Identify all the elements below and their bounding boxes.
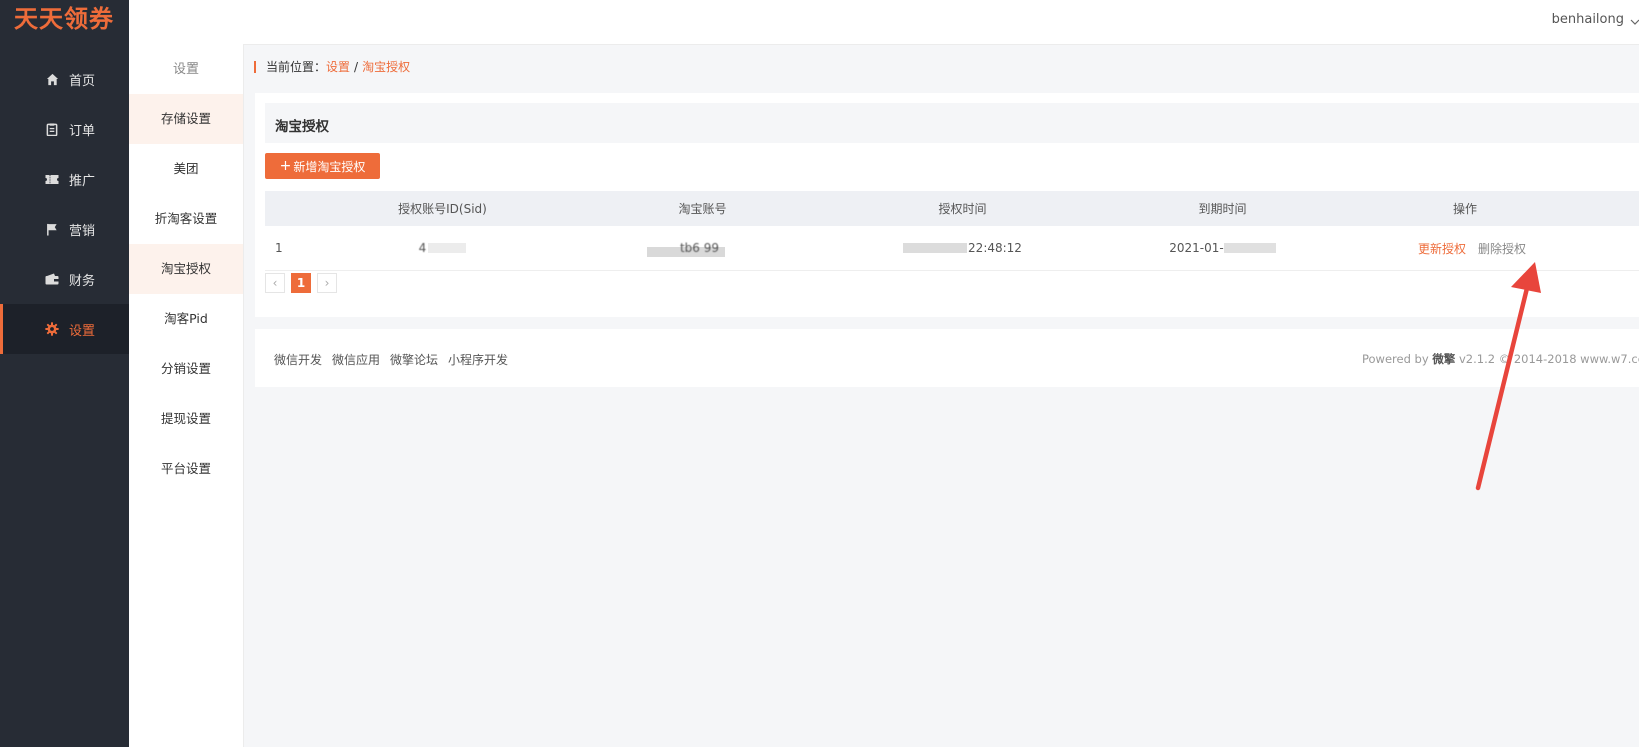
add-taobao-auth-button[interactable]: + 新增淘宝授权 — [265, 153, 380, 179]
settings-submenu: 设置 存储设置 美团 折淘客设置 淘宝授权 淘客Pid 分销设置 提现设置 平台… — [129, 44, 244, 747]
brand-logo[interactable]: 天天领券 — [0, 0, 129, 44]
taobao-auth-panel: 淘宝授权 + 新增淘宝授权 授权账号ID(Sid) 淘宝账号 授权时间 到期时间… — [255, 93, 1639, 317]
update-auth-link[interactable]: 更新授权 — [1418, 240, 1466, 257]
header-actions: 操作 — [1452, 202, 1477, 216]
nav-item-home[interactable]: 首页 — [0, 54, 129, 104]
pagination-page-button[interactable]: 1 — [291, 273, 311, 293]
page-title: 淘宝授权 — [275, 119, 329, 135]
breadcrumb-parent-link[interactable]: 设置 — [326, 58, 350, 75]
submenu-item-platform[interactable]: 平台设置 — [129, 444, 243, 494]
header-account: 淘宝账号 — [678, 202, 727, 216]
powered-suffix: v2.1.2 © 2014-2018 www.w7.cc — [1458, 352, 1639, 366]
breadcrumb-separator: / — [354, 59, 359, 74]
row-actions: 更新授权 删除授权 — [1418, 226, 1578, 270]
user-menu[interactable]: benhailong — [1552, 12, 1639, 27]
table-header: 授权账号ID(Sid) 淘宝账号 授权时间 到期时间 操作 — [265, 191, 1639, 226]
panel-header: 淘宝授权 — [265, 103, 1639, 143]
plus-icon: + — [279, 158, 292, 174]
account-value: tb6 99 — [679, 241, 720, 255]
nav-item-finance[interactable]: 财务 — [0, 254, 129, 304]
header-auth-time: 授权时间 — [938, 202, 987, 216]
row-index: 1 — [275, 241, 283, 255]
delete-auth-link[interactable]: 删除授权 — [1478, 240, 1526, 257]
breadcrumb-marker — [254, 60, 256, 73]
breadcrumb: 当前位置： 设置 / 淘宝授权 — [254, 58, 410, 75]
submenu-item-taoke-pid[interactable]: 淘客Pid — [129, 294, 243, 344]
header-sid: 授权账号ID(Sid) — [398, 202, 487, 216]
top-bar: benhailong — [129, 0, 1639, 45]
submenu-title: 设置 — [172, 62, 199, 77]
redaction-mask — [903, 243, 968, 253]
submenu-item-withdraw[interactable]: 提现设置 — [129, 394, 243, 444]
row-expire-time: 2021-01- — [1140, 226, 1305, 270]
main-sidebar: 天天领券 首页 订单 推广 营销 财务 设置 — [0, 0, 129, 747]
nav-item-orders[interactable]: 订单 — [0, 104, 129, 154]
gear-icon — [45, 322, 59, 336]
clipboard-icon — [45, 122, 59, 136]
submenu-item-meituan[interactable]: 美团 — [129, 144, 243, 194]
wallet-icon — [45, 272, 59, 286]
nav-item-label: 设置 — [69, 323, 96, 339]
powered-prefix: Powered by — [1362, 352, 1429, 366]
footer-link[interactable]: 微信应用 — [332, 351, 380, 368]
pagination: ‹ 1 › — [265, 273, 343, 293]
nav-item-marketing[interactable]: 营销 — [0, 204, 129, 254]
footer-link[interactable]: 微信开发 — [274, 351, 322, 368]
pagination-next-button[interactable]: › — [317, 273, 337, 293]
flag-icon — [45, 222, 59, 236]
submenu-item-taobao-auth[interactable]: 淘宝授权 — [129, 244, 243, 294]
add-button-label: 新增淘宝授权 — [293, 159, 366, 174]
sid-value: 4 — [418, 241, 427, 255]
redaction-mask — [428, 243, 467, 253]
auth-time-value: 22:48:12 — [968, 241, 1022, 255]
redaction-mask — [1223, 243, 1276, 253]
username: benhailong — [1551, 12, 1624, 27]
page-footer: 微信开发 微信应用 微擎论坛 小程序开发 Powered by 微擎 v2.1.… — [255, 329, 1639, 387]
ticket-icon — [45, 172, 59, 186]
header-expire-time: 到期时间 — [1198, 202, 1247, 216]
auth-table: 授权账号ID(Sid) 淘宝账号 授权时间 到期时间 操作 1 4 tb6 99… — [265, 191, 1639, 271]
breadcrumb-prefix: 当前位置： — [266, 60, 327, 74]
pagination-prev-button[interactable]: ‹ — [265, 273, 285, 293]
nav-item-promotion[interactable]: 推广 — [0, 154, 129, 204]
nav-item-label: 推广 — [69, 173, 96, 189]
row-account: tb6 99 — [620, 226, 785, 270]
footer-links: 微信开发 微信应用 微擎论坛 小程序开发 — [274, 351, 518, 368]
nav-item-label: 订单 — [69, 123, 96, 139]
submenu-item-distribution[interactable]: 分销设置 — [129, 344, 243, 394]
submenu-item-storage[interactable]: 存储设置 — [129, 94, 243, 144]
chevron-down-icon — [1630, 15, 1639, 25]
footer-link[interactable]: 微擎论坛 — [390, 351, 438, 368]
nav-item-label: 首页 — [69, 73, 96, 89]
row-sid: 4 — [355, 226, 530, 270]
table-row: 1 4 tb6 99 22:48:12 2021-01- 更新授权 删除授权 — [265, 226, 1639, 271]
home-icon — [45, 72, 59, 86]
submenu-item-zhetaoke[interactable]: 折淘客设置 — [129, 194, 243, 244]
nav-item-label: 营销 — [69, 223, 96, 239]
powered-brand: 微擎 — [1432, 352, 1456, 366]
footer-link[interactable]: 小程序开发 — [448, 351, 508, 368]
main-nav: 首页 订单 推广 营销 财务 设置 — [0, 54, 129, 354]
expire-time-value: 2021-01- — [1169, 241, 1224, 255]
breadcrumb-current[interactable]: 淘宝授权 — [362, 58, 410, 75]
nav-item-label: 财务 — [69, 273, 96, 289]
row-auth-time: 22:48:12 — [880, 226, 1045, 270]
nav-item-settings[interactable]: 设置 — [0, 304, 129, 354]
powered-by: Powered by 微擎 v2.1.2 © 2014-2018 www.w7.… — [1362, 351, 1639, 367]
